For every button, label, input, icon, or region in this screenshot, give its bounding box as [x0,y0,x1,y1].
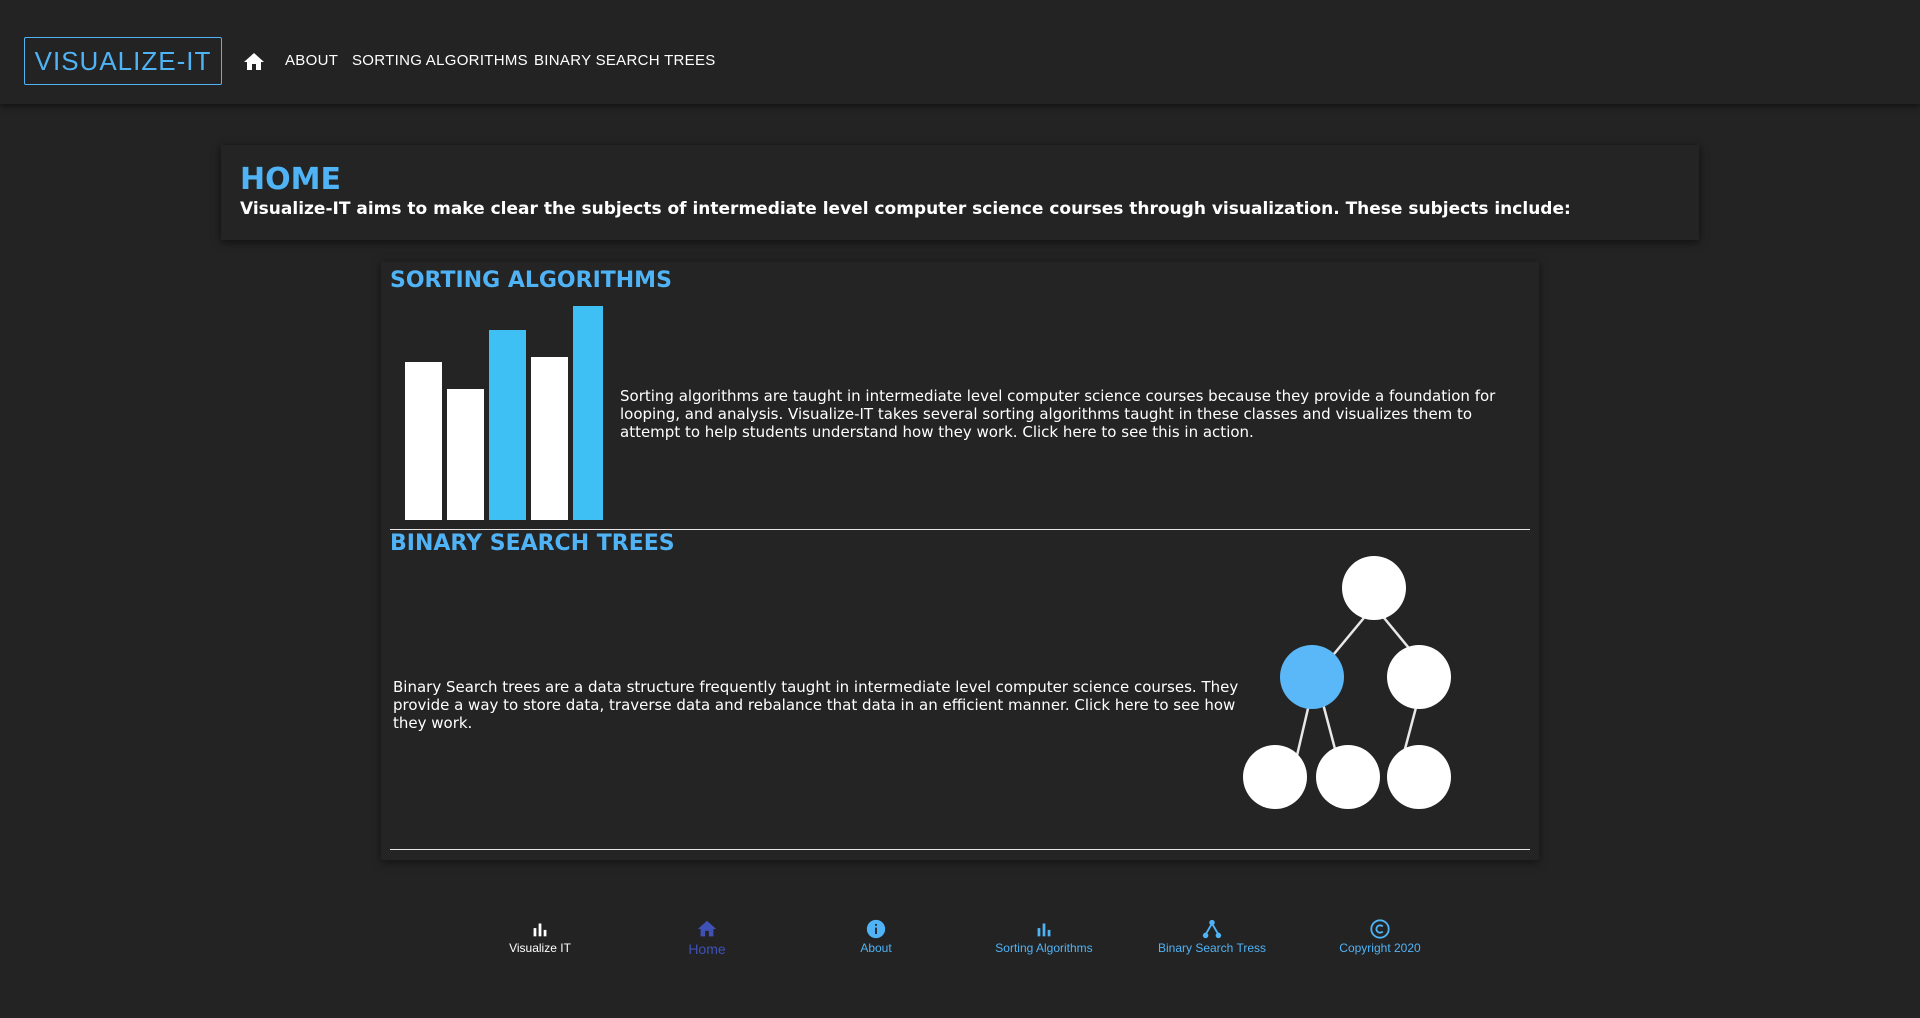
nav-link-sorting-algorithms[interactable]: SORTING ALGORITHMS [352,52,528,69]
tree-node-highlighted [1280,645,1344,709]
footer-label: Visualize IT [509,941,571,955]
bar-chart-icon [533,923,547,937]
binary-search-trees-description[interactable]: Binary Search trees are a data structure… [393,678,1243,732]
sort-bar [405,362,442,520]
home-icon[interactable] [242,50,266,74]
footer-item-sorting-algorithms[interactable]: Sorting Algorithms [974,918,1114,955]
binary-search-trees-heading[interactable]: BINARY SEARCH TREES [390,531,675,556]
sorting-algorithms-description[interactable]: Sorting algorithms are taught in interme… [620,387,1530,441]
footer-label: Copyright 2020 [1339,941,1421,955]
footer-label: Home [688,941,726,957]
footer-item-copyright[interactable]: Copyright 2020 [1310,918,1450,955]
footer-item-binary-search-trees[interactable]: Binary Search Tress [1142,918,1282,955]
info-icon [866,919,886,939]
top-navbar: VISUALIZE-IT ABOUT SORTING ALGORITHMS BI… [0,0,1920,104]
subjects-panel: SORTING ALGORITHMS Sorting algorithms ar… [381,262,1539,860]
footer-item-about[interactable]: About [806,918,946,955]
tree-node [1387,645,1451,709]
footer-label: About [860,941,892,955]
home-description: Visualize-IT aims to make clear the subj… [240,199,1571,219]
sorting-algorithms-heading[interactable]: SORTING ALGORITHMS [390,268,672,293]
tree-node-root [1342,556,1406,620]
sort-bar [447,389,484,520]
tree-node [1243,745,1307,809]
copyright-icon [1370,919,1390,939]
brand-logo-button[interactable]: VISUALIZE-IT [24,37,222,85]
sorting-bars-illustration[interactable] [403,302,603,522]
sort-bar [531,357,568,520]
bar-chart-icon [1037,923,1051,937]
sort-bar [573,306,603,520]
section-divider [390,529,1530,530]
footer-label: Binary Search Tress [1157,941,1267,955]
footer-label: Sorting Algorithms [995,941,1093,955]
tree-node [1316,745,1380,809]
page-title: HOME [240,162,341,197]
sort-bar [489,330,526,520]
binary-tree-illustration[interactable] [1235,556,1505,852]
nav-link-about[interactable]: ABOUT [285,52,338,69]
nav-link-binary-search-trees[interactable]: BINARY SEARCH TREES [534,52,716,69]
home-icon [697,920,717,937]
tree-node [1387,745,1451,809]
tree-icon [1202,919,1222,939]
footer-item-home[interactable]: Home [637,918,777,957]
section-divider [390,849,1530,850]
footer-item-visualize-it[interactable]: Visualize IT [470,918,610,955]
home-header-card: HOME Visualize-IT aims to make clear the… [221,145,1699,240]
